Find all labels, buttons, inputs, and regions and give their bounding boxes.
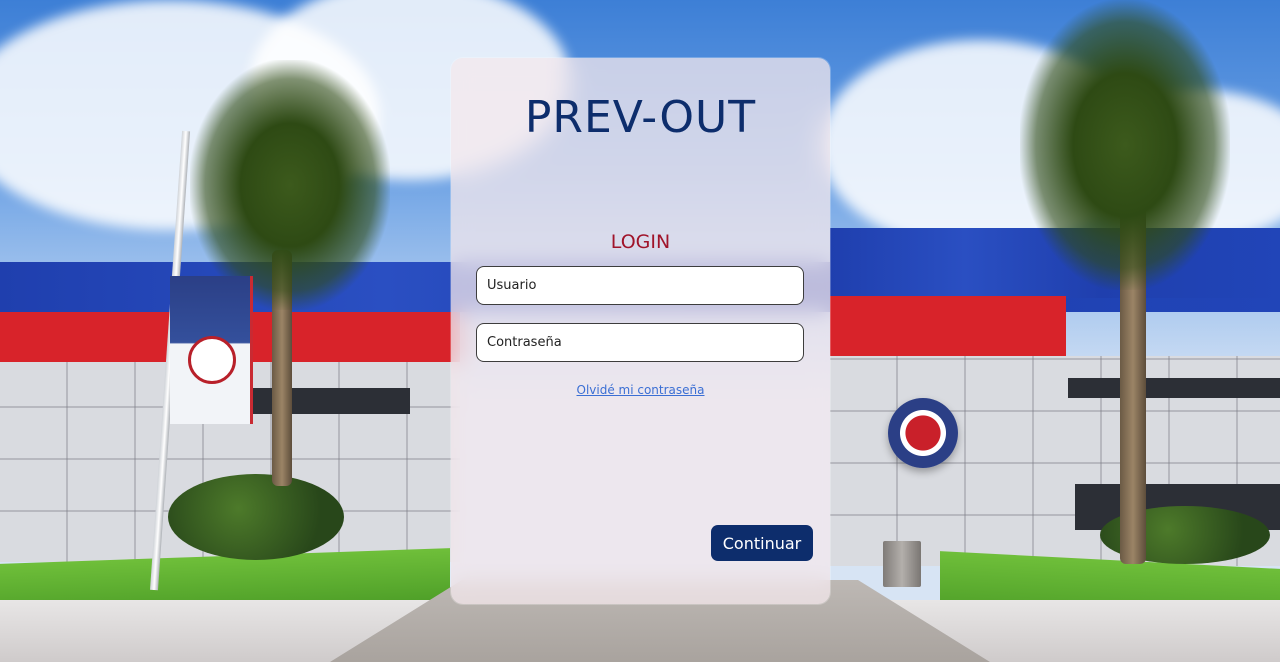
- palm-crown: [1020, 0, 1230, 290]
- login-heading: LOGIN: [610, 231, 671, 253]
- username-input[interactable]: [476, 266, 804, 305]
- app-title: PREV-OUT: [524, 92, 757, 143]
- continue-button[interactable]: Continuar: [711, 525, 813, 561]
- forgot-password-link[interactable]: Olvidé mi contraseña: [451, 383, 830, 397]
- university-banner: [170, 276, 253, 424]
- planter: [883, 541, 921, 587]
- bush: [168, 474, 344, 560]
- building-window: [1068, 378, 1280, 398]
- upq-logo: [888, 398, 958, 468]
- building-window: [245, 388, 410, 414]
- banner-emblem: [188, 336, 236, 384]
- palm-crown: [190, 60, 390, 310]
- password-input[interactable]: [476, 323, 804, 362]
- building-red-band: [830, 296, 1066, 356]
